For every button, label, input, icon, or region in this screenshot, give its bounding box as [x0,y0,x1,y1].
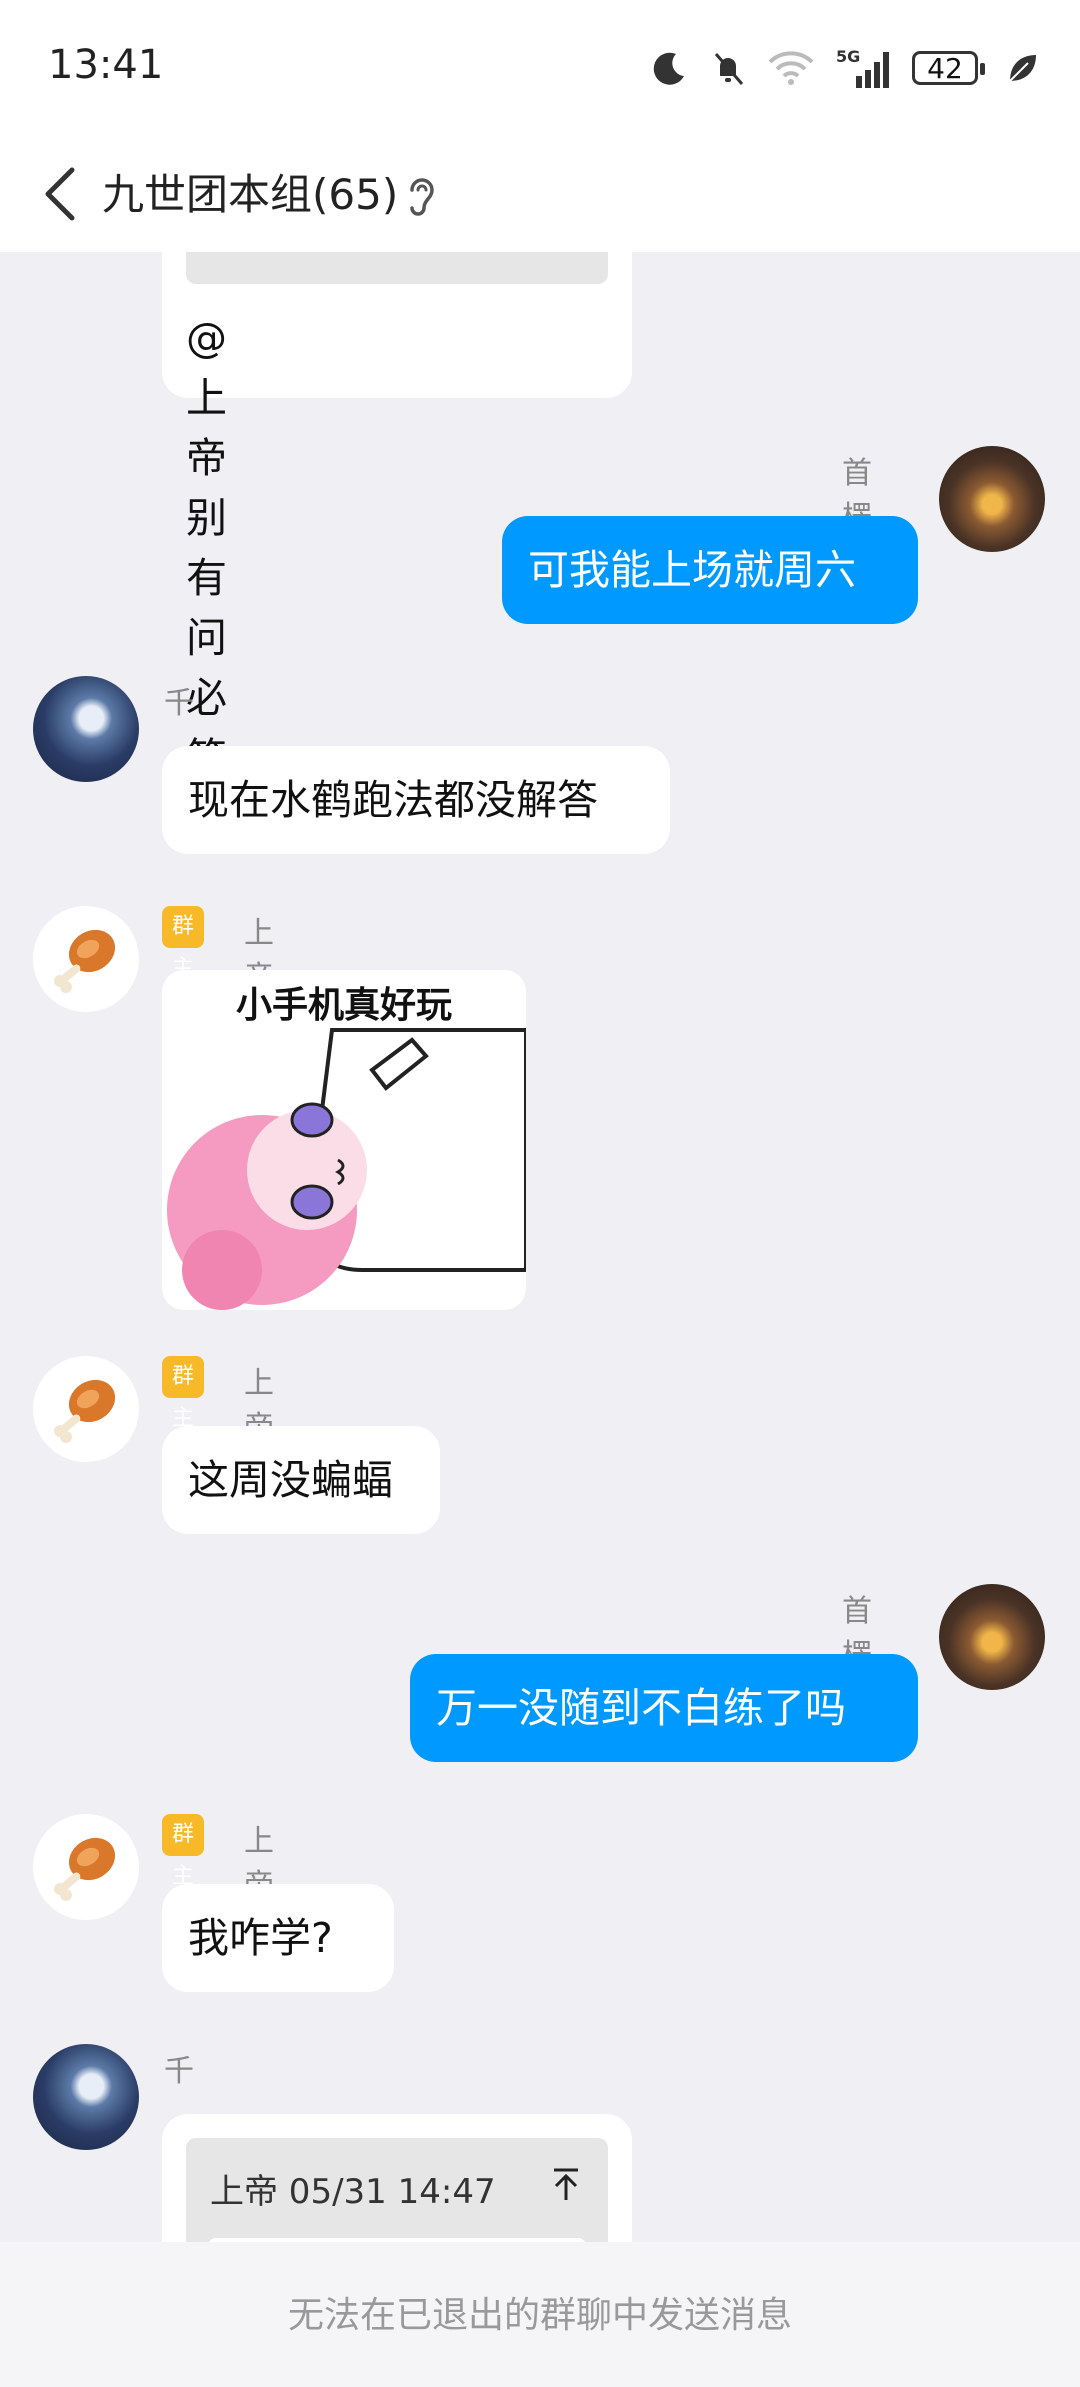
avatar[interactable] [33,676,139,782]
message-bubble[interactable]: 这周没蝙蝠 [162,1426,440,1534]
quote-header: 上帝 05/31 14:47 [210,2172,496,2212]
moon-icon [650,48,690,88]
wifi-icon [766,48,816,88]
network-type-label: 5G [836,47,860,66]
sender-name: 千 [164,686,194,721]
status-bar: 13:41 5G 42 [0,0,1080,140]
message-bubble[interactable]: 万一没随到不白练了吗 [410,1654,918,1762]
message-bubble[interactable]: 可我能上场就周六 [502,516,918,624]
back-button[interactable] [30,154,90,234]
message-bubble[interactable]: 我咋学? [162,1884,394,1992]
quote-preview[interactable] [186,252,608,284]
message-list[interactable]: @上帝 别有问必答了 首楞 可我能上场就周六 千 现在水鹤跑法都没解答 群主 上… [0,252,1080,2242]
back-arrow-icon [45,167,75,221]
ear-icon[interactable] [404,172,440,220]
battery-icon: 42 [912,51,985,85]
bell-muted-icon [708,48,748,88]
avatar[interactable] [939,446,1045,552]
avatar[interactable] [33,1356,139,1462]
sticker-image[interactable]: 小手机真好玩 [162,970,526,1310]
owner-badge: 群主 [162,1356,205,1431]
quote-preview[interactable]: 上帝 05/31 14:47 [186,2138,608,2242]
message-bubble[interactable]: 现在水鹤跑法都没解答 [162,746,670,854]
avatar[interactable] [33,906,139,1012]
drumstick-icon [54,1837,116,1901]
chat-title[interactable]: 九世团本组(65) [102,160,398,230]
status-time: 13:41 [48,42,164,88]
owner-badge: 群主 [162,1814,205,1889]
avatar[interactable] [33,2044,139,2150]
avatar[interactable] [33,1814,139,1920]
status-icons: 5G 42 [650,44,1040,92]
disabled-notice: 无法在已退出的群聊中发送消息 [287,2295,792,2336]
drumstick-icon [54,929,116,993]
jump-to-top-icon[interactable] [546,2164,586,2204]
avatar[interactable] [939,1584,1045,1690]
chat-header: 九世团本组(65) [0,140,1080,252]
drumstick-icon [54,1379,116,1443]
input-disabled-bar: 无法在已退出的群聊中发送消息 [0,2242,1080,2387]
leaf-icon [1006,51,1040,85]
sender-name: 千 [164,2054,194,2089]
owner-badge: 群主 [162,906,205,981]
signal-icon: 5G [834,46,894,90]
